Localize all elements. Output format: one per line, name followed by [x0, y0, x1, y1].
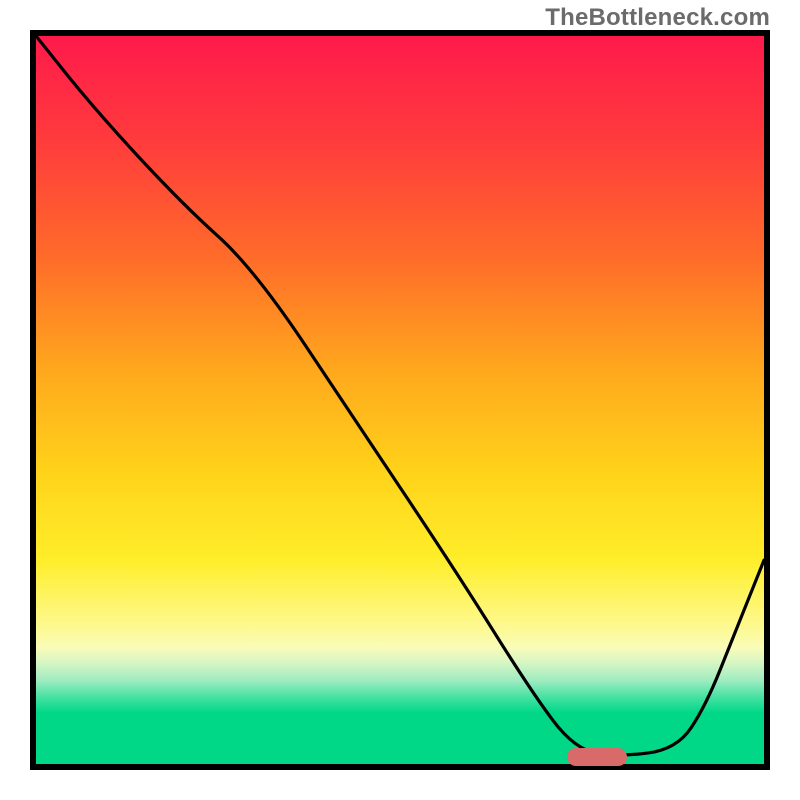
bottleneck-chart: TheBottleneck.com: [0, 0, 800, 800]
curve-svg: [36, 36, 764, 764]
watermark-text: TheBottleneck.com: [545, 4, 770, 32]
optimal-marker: [567, 748, 627, 766]
plot-area: [30, 30, 770, 770]
bottleneck-curve-path: [36, 36, 764, 755]
